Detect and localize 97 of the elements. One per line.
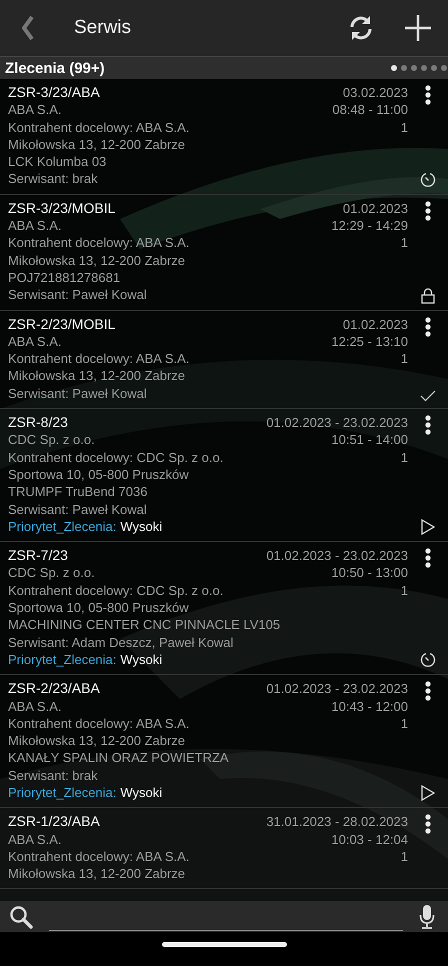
priority-value: Wysoki bbox=[120, 784, 162, 802]
client-name: ABA S.A. bbox=[8, 217, 62, 234]
order-detail: Kontrahent docelowy: ABA S.A. bbox=[8, 714, 190, 732]
order-number: ZSR-3/23/MOBIL bbox=[8, 200, 116, 218]
order-detail: Serwisant: brak bbox=[8, 170, 99, 188]
order-detail: TRUMPF TruBend 7036 bbox=[8, 483, 148, 501]
order-number: ZSR-2/23/ABA bbox=[8, 680, 101, 698]
order-number: ZSR-3/23/ABA bbox=[8, 84, 101, 102]
order-date: 01.02.2023 bbox=[342, 316, 408, 333]
order-detail: POJ721881278681 bbox=[8, 268, 122, 286]
more-icon[interactable] bbox=[425, 316, 431, 337]
order-time: 10:50 - 13:00 bbox=[331, 564, 408, 582]
order-detail: Mikołowska 13, 12-200 Zabrze bbox=[8, 367, 186, 385]
order-detail: Kontrahent docelowy: ABA S.A. bbox=[8, 118, 190, 136]
order-count: 1 bbox=[400, 714, 408, 732]
order-number: ZSR-2/23/MOBIL bbox=[8, 316, 116, 333]
order-count: 1 bbox=[400, 234, 408, 252]
more-icon[interactable] bbox=[425, 200, 431, 221]
timer-icon bbox=[420, 172, 436, 188]
order-time: 10:03 - 12:04 bbox=[331, 830, 408, 848]
priority-label: Priorytet_Zlecenia: bbox=[8, 650, 116, 668]
priority-label: Priorytet_Zlecenia: bbox=[8, 784, 116, 802]
more-icon[interactable] bbox=[425, 814, 431, 834]
client-name: ABA S.A. bbox=[8, 332, 62, 350]
microphone-icon[interactable] bbox=[419, 904, 435, 928]
priority-value: Wysoki bbox=[120, 518, 162, 536]
client-name: ABA S.A. bbox=[8, 101, 62, 119]
page-dot[interactable] bbox=[431, 65, 437, 71]
more-icon[interactable] bbox=[425, 548, 431, 568]
lock-icon bbox=[421, 288, 435, 304]
order-item[interactable]: ZSR-3/23/ABA ABA S.A. Kontrahent docelowy: ABA S.A. Mikołowska 13, 12-200 Zabrze LCK Kolumba 03 Serwisant: brak 03.02.2023 08:48 - 11:00 1 bbox=[0, 79, 448, 195]
order-time: 08:48 - 11:00 bbox=[332, 101, 408, 119]
order-detail: Mikołowska 13, 12-200 Zabrze bbox=[8, 865, 186, 882]
order-detail: MACHINING CENTER CNC PINNACLE LV105 bbox=[8, 616, 280, 634]
order-time: 10:51 - 14:00 bbox=[331, 431, 408, 449]
order-time: 12:29 - 14:29 bbox=[331, 217, 408, 234]
order-detail: Serwisant: Paweł Kowal bbox=[8, 500, 148, 518]
page-dot[interactable] bbox=[441, 65, 447, 71]
page-dot[interactable] bbox=[411, 65, 417, 71]
page-dot[interactable] bbox=[421, 65, 427, 71]
order-detail: Kontrahent docelowy: ABA S.A. bbox=[8, 234, 190, 252]
priority-value: Wysoki bbox=[120, 650, 162, 668]
order-time: 10:43 - 12:00 bbox=[331, 698, 408, 715]
order-item[interactable]: ZSR-2/23/MOBIL ABA S.A. Kontrahent docelowy: ABA S.A. Mikołowska 13, 12-200 Zabrze Serwisant: Paweł Kowal 01.02.2023 12:25 - 13:10 1 bbox=[0, 310, 448, 410]
order-time: 12:25 - 13:10 bbox=[331, 332, 408, 350]
order-detail: Mikołowska 13, 12-200 Zabrze bbox=[8, 136, 186, 154]
check-icon bbox=[420, 390, 436, 402]
more-icon[interactable] bbox=[425, 681, 431, 702]
order-count: 1 bbox=[400, 350, 408, 368]
order-date: 01.02.2023 bbox=[342, 200, 408, 218]
order-item[interactable]: ZSR-8/23 CDC Sp. z o.o. Kontrahent docelowy: CDC Sp. z o.o. Sportowa 10, 05-800 Pruszków TRUMPF TruBend 7036 Serwisant: Paweł Kowal Priorytet_Zlecenia: Wysoki 01.02.2023 - 23.02.2023 10:51 - 14:00 1 bbox=[0, 409, 448, 542]
section-title: Zlecenia (99+) bbox=[5, 60, 105, 76]
page-dot[interactable] bbox=[391, 65, 397, 71]
more-icon[interactable] bbox=[425, 85, 431, 105]
order-detail: Kontrahent docelowy: ABA S.A. bbox=[8, 848, 190, 866]
client-name: CDC Sp. z o.o. bbox=[8, 431, 96, 449]
add-icon[interactable] bbox=[404, 14, 432, 42]
order-count: 1 bbox=[400, 848, 408, 866]
order-detail: Serwisant: brak bbox=[8, 766, 99, 784]
play-icon bbox=[421, 785, 435, 802]
order-number: ZSR-1/23/ABA bbox=[8, 813, 101, 831]
order-detail: LCK Kolumba 03 bbox=[8, 153, 108, 170]
order-detail: Serwisant: Adam Deszcz, Paweł Kowal bbox=[8, 634, 234, 651]
order-date: 31.01.2023 - 28.02.2023 bbox=[266, 813, 408, 831]
order-detail: Mikołowska 13, 12-200 Zabrze bbox=[8, 732, 186, 750]
order-date: 01.02.2023 - 23.02.2023 bbox=[266, 547, 408, 564]
play-icon bbox=[421, 519, 435, 536]
more-icon[interactable] bbox=[425, 415, 431, 436]
search-icon[interactable] bbox=[9, 904, 33, 928]
order-item[interactable]: ZSR-2/23/ABA ABA S.A. Kontrahent docelowy: ABA S.A. Mikołowska 13, 12-200 Zabrze KANAŁY SPALIN ORAZ POWIETRZA Serwisant: brak Priorytet_Zlecenia: Wysoki 01.02.2023 - 23.02.2023 10:43 - 12:00 1 bbox=[0, 675, 448, 808]
screen-title: Serwis bbox=[74, 17, 132, 39]
back-icon[interactable] bbox=[22, 16, 34, 40]
refresh-icon[interactable] bbox=[348, 15, 374, 41]
order-item[interactable]: ZSR-3/23/MOBIL ABA S.A. Kontrahent docelowy: ABA S.A. Mikołowska 13, 12-200 Zabrze POJ721881278681 Serwisant: Paweł Kowal 01.02.2023 12:29 - 14:29 1 bbox=[0, 194, 448, 311]
order-detail: Sportowa 10, 05-800 Pruszków bbox=[8, 466, 190, 484]
order-detail: Serwisant: Paweł Kowal bbox=[8, 286, 148, 304]
client-name: CDC Sp. z o.o. bbox=[8, 564, 96, 582]
order-count: 1 bbox=[400, 118, 408, 136]
page-dot[interactable] bbox=[401, 65, 407, 71]
order-date: 01.02.2023 - 23.02.2023 bbox=[266, 414, 408, 432]
order-number: ZSR-8/23 bbox=[8, 414, 69, 432]
order-date: 03.02.2023 bbox=[342, 84, 408, 102]
order-item[interactable]: ZSR-1/23/ABA ABA S.A. Kontrahent docelowy: ABA S.A. Mikołowska 13, 12-200 Zabrze 31.01.2023 - 28.02.2023 10:03 - 12:04 1 bbox=[0, 808, 448, 890]
client-name: ABA S.A. bbox=[8, 698, 62, 715]
order-detail: Kontrahent docelowy: CDC Sp. z o.o. bbox=[8, 448, 224, 466]
order-detail: Kontrahent docelowy: CDC Sp. z o.o. bbox=[8, 582, 224, 600]
order-detail: Mikołowska 13, 12-200 Zabrze bbox=[8, 252, 186, 269]
order-detail: Serwisant: Paweł Kowal bbox=[8, 384, 148, 402]
order-detail: Sportowa 10, 05-800 Pruszków bbox=[8, 599, 190, 616]
order-detail: KANAŁY SPALIN ORAZ POWIETRZA bbox=[8, 749, 229, 767]
client-name: ABA S.A. bbox=[8, 830, 62, 848]
order-count: 1 bbox=[400, 582, 408, 600]
order-date: 01.02.2023 - 23.02.2023 bbox=[266, 680, 408, 698]
timer-icon bbox=[420, 652, 436, 668]
order-detail: Kontrahent docelowy: ABA S.A. bbox=[8, 350, 190, 368]
priority-label: Priorytet_Zlecenia: bbox=[8, 518, 116, 536]
order-count: 1 bbox=[400, 448, 408, 466]
